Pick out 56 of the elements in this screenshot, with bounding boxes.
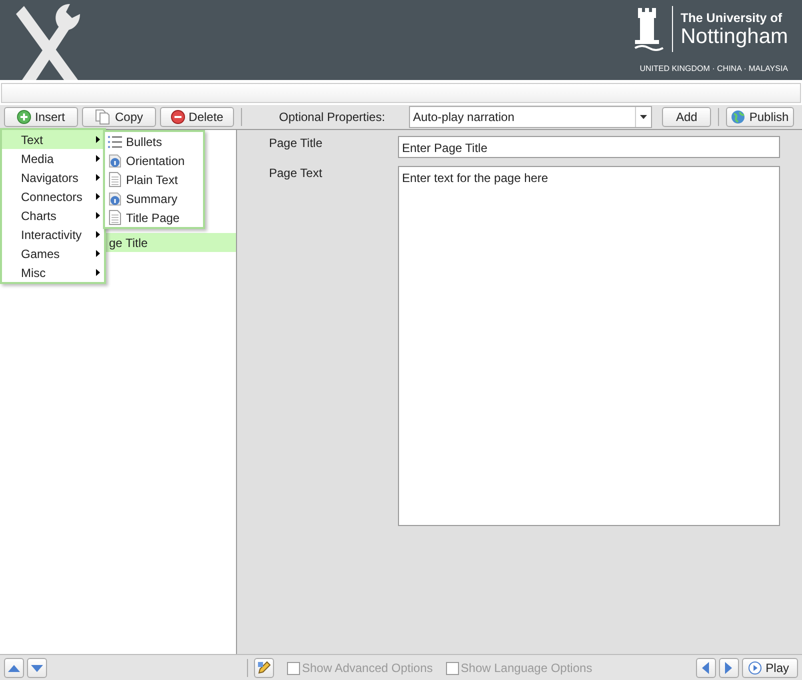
insert-button[interactable]: Insert — [4, 107, 78, 127]
info-icon — [108, 154, 122, 168]
submenu-arrow-icon — [96, 269, 100, 276]
menu-item[interactable]: Title Page — [105, 208, 203, 227]
submenu-arrow-icon — [96, 136, 100, 143]
move-up-button[interactable] — [4, 658, 24, 678]
right-arrow-icon — [725, 662, 732, 674]
down-arrow-icon — [31, 664, 43, 672]
submenu-arrow-icon — [96, 250, 100, 257]
submenu-arrow-icon — [96, 174, 100, 181]
input-field[interactable]: Enter Page Title — [398, 136, 780, 158]
play-icon — [748, 661, 762, 675]
copy-icon — [94, 109, 111, 125]
university-name: The University of — [680, 11, 784, 25]
next-button[interactable] — [718, 658, 739, 678]
castle-icon — [634, 6, 664, 52]
university-name: Nottingham — [680, 25, 788, 49]
text-area[interactable]: Enter text for the page here — [398, 166, 780, 526]
list-icon — [108, 136, 122, 148]
publish-button[interactable]: Publish — [726, 107, 794, 127]
campus-list: UNITED KINGDOM · CHINA · MALAYSIA — [640, 64, 788, 73]
optional-properties-label: Optional Properties: — [279, 110, 386, 124]
info-icon — [108, 192, 122, 206]
globe-icon — [731, 110, 746, 124]
menu-item[interactable]: Connectors — [2, 187, 104, 206]
caret-icon — [640, 115, 647, 119]
submenu-arrow-icon — [96, 231, 100, 238]
document-icon — [108, 210, 122, 225]
optional-properties-dropdown[interactable]: Auto-play narration — [409, 106, 652, 128]
submenu-arrow-icon — [96, 193, 100, 200]
menu-item[interactable]: Media — [2, 149, 104, 168]
delete-icon — [170, 110, 185, 124]
menu-item[interactable]: Bullets — [105, 132, 203, 151]
edit-button[interactable] — [254, 658, 274, 678]
previous-button[interactable] — [696, 658, 716, 678]
menu-item[interactable]: Orientation — [105, 151, 203, 170]
field-label: Page Text — [269, 166, 324, 182]
move-down-button[interactable] — [27, 658, 47, 678]
pencil-icon — [257, 661, 271, 675]
play-button[interactable]: Play — [742, 658, 798, 678]
menu-item[interactable]: Navigators — [2, 168, 104, 187]
menu-item[interactable]: Text — [2, 130, 104, 149]
delete-button[interactable]: Delete — [160, 107, 234, 127]
add-button[interactable]: Add — [662, 107, 712, 127]
document-icon — [108, 172, 122, 187]
menu-item[interactable]: Summary — [105, 189, 203, 208]
menu-item[interactable]: Plain Text — [105, 170, 203, 189]
menu-item[interactable]: Misc — [2, 263, 104, 282]
submenu-arrow-icon — [96, 155, 100, 162]
up-arrow-icon — [8, 664, 20, 672]
field-label: Page Title — [269, 136, 324, 152]
copy-button[interactable]: Copy — [82, 107, 156, 127]
plus-icon — [16, 110, 31, 124]
submenu-arrow-icon — [96, 212, 100, 219]
menu-item[interactable]: Charts — [2, 206, 104, 225]
left-arrow-icon — [702, 662, 710, 674]
